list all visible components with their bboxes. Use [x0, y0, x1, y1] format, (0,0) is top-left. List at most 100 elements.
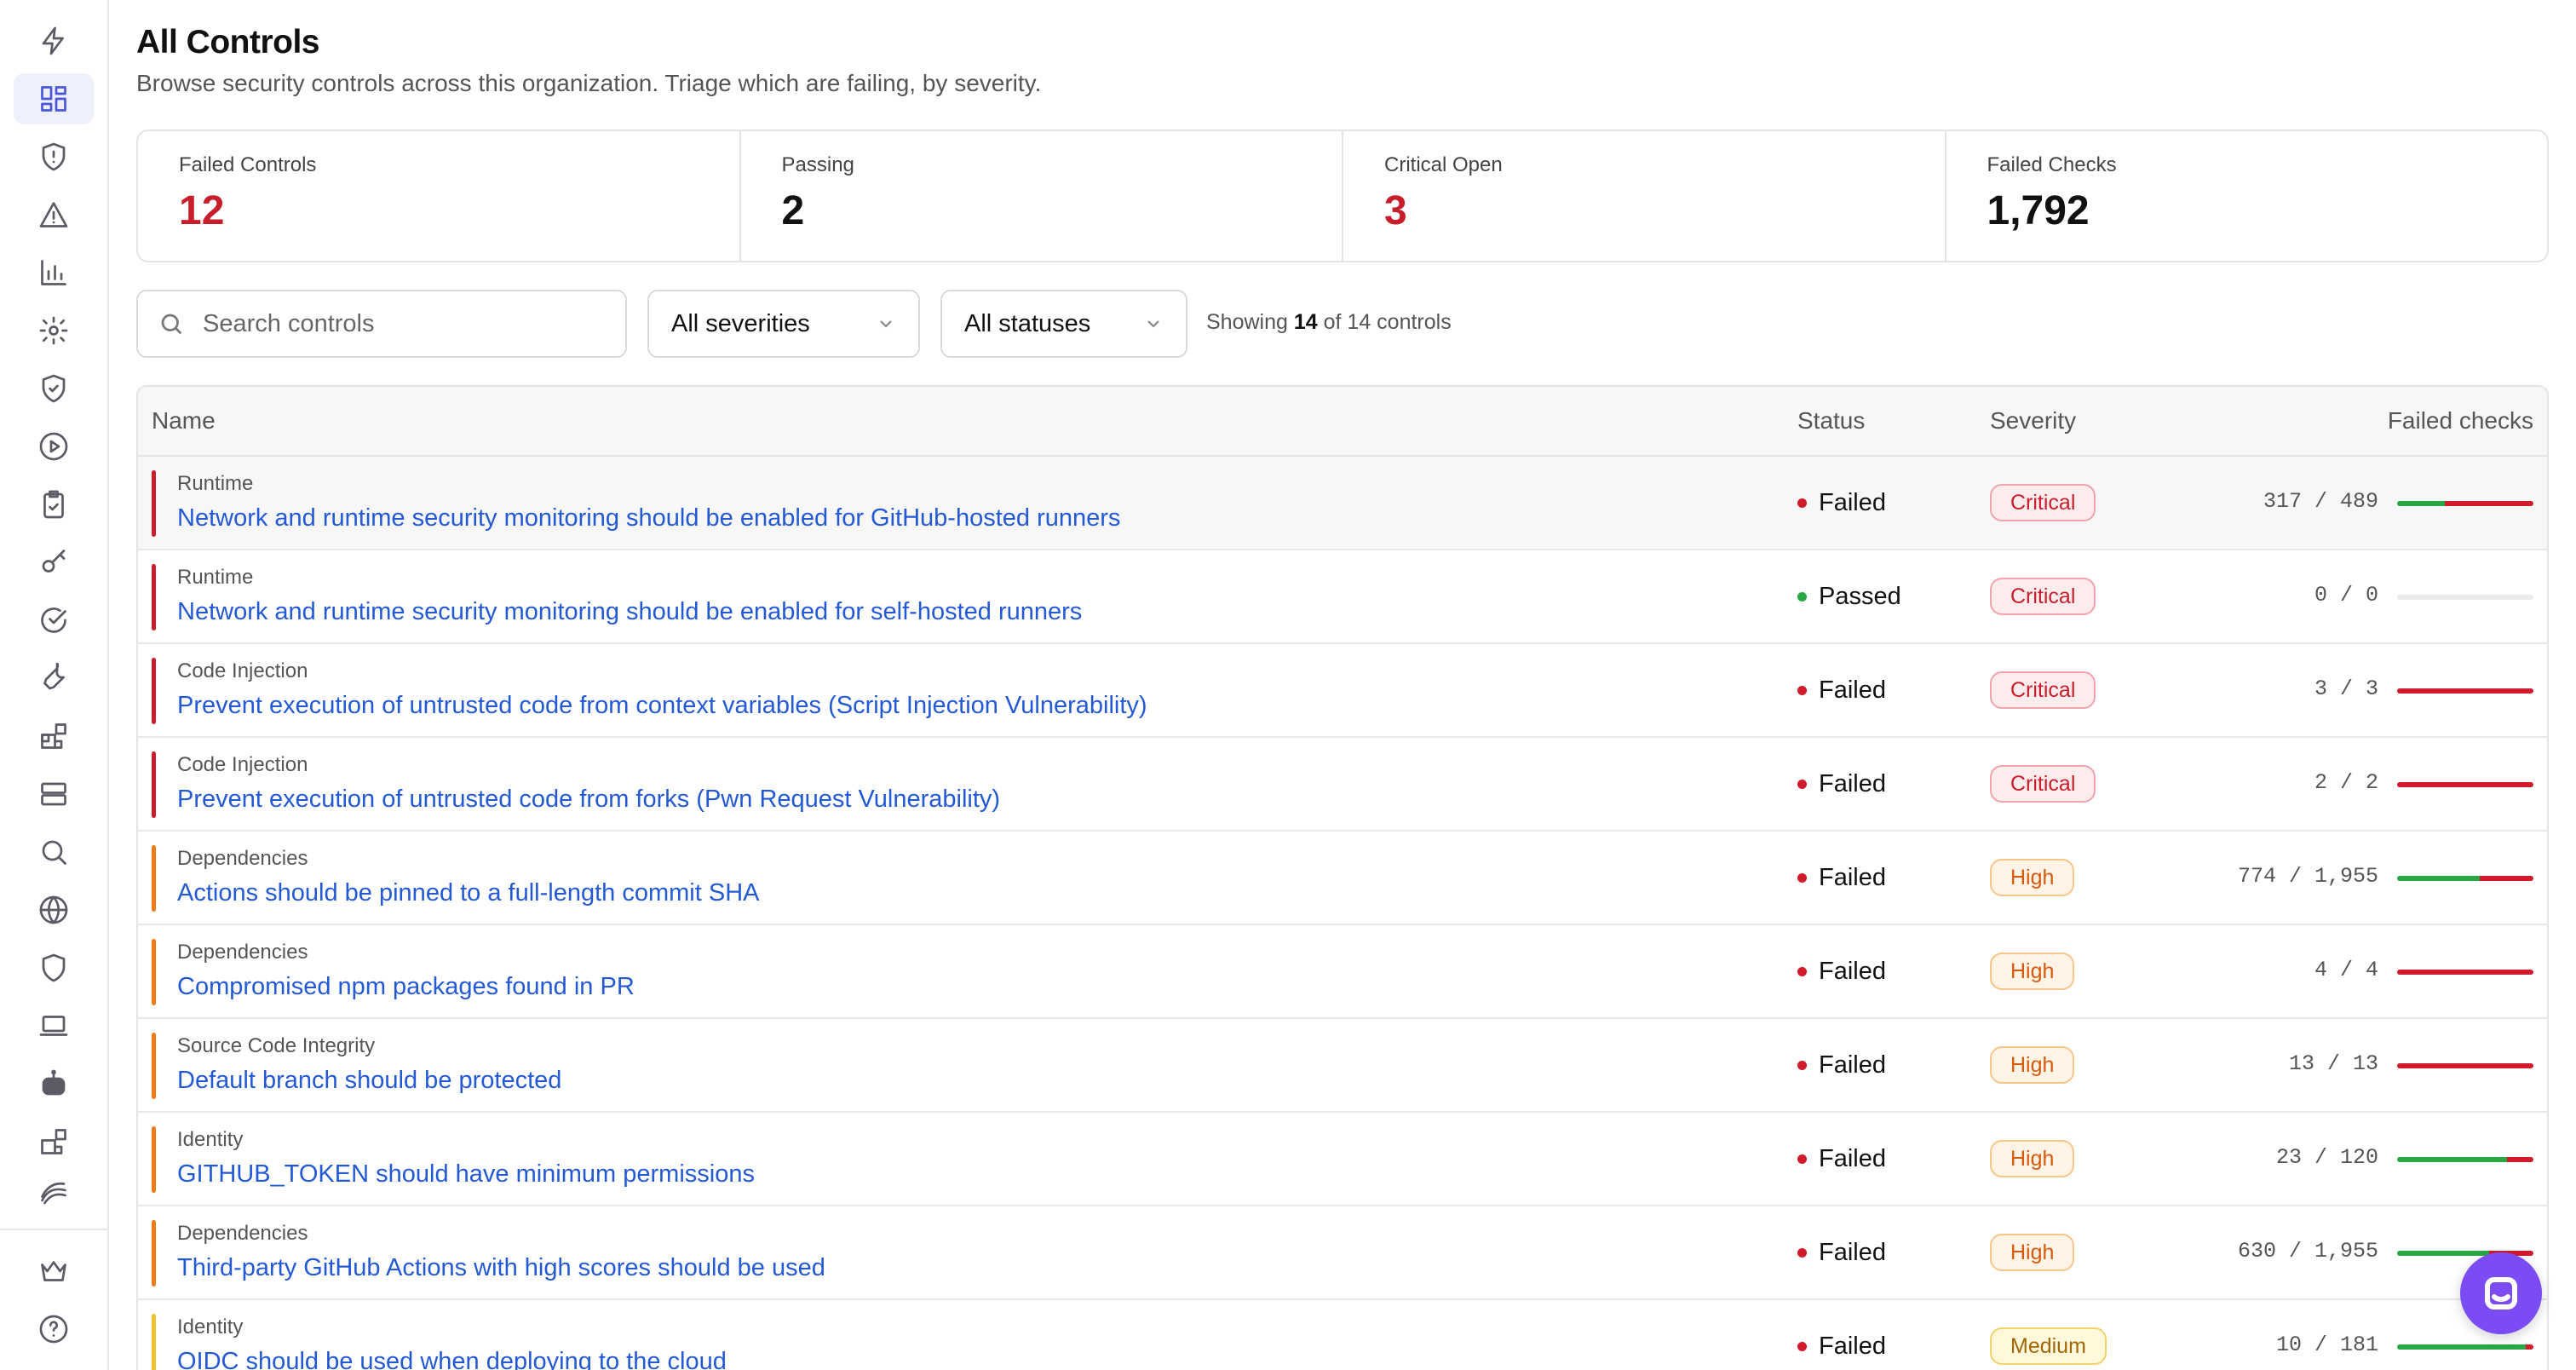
failed-checks-count: 774 / 1,955 [2237, 864, 2378, 889]
table-row[interactable]: Identity OIDC should be used when deployi… [138, 1300, 2547, 1370]
table-row[interactable]: Dependencies Third-party GitHub Actions w… [138, 1206, 2547, 1300]
chat-launcher-button[interactable] [2460, 1252, 2542, 1334]
status-cell: Failed [1797, 676, 1886, 705]
gear-icon[interactable] [14, 305, 94, 356]
page-subtitle: Browse security controls across this org… [136, 70, 1042, 96]
control-category: Code Injection [177, 753, 308, 776]
blocks-icon[interactable] [14, 711, 94, 762]
table-row[interactable]: Code Injection Prevent execution of untru… [138, 738, 2547, 832]
failed-checks-bar [2397, 1157, 2533, 1162]
severity-indicator [152, 1033, 156, 1099]
table-row[interactable]: Identity GITHUB_TOKEN should have minimum… [138, 1113, 2547, 1206]
control-name-link[interactable]: Actions should be pinned to a full-lengt… [177, 879, 759, 907]
blocks-icon-2[interactable] [14, 1116, 94, 1167]
control-category: Source Code Integrity [177, 1034, 376, 1057]
clipboard-icon[interactable] [14, 479, 94, 530]
shield-icon[interactable] [14, 942, 94, 993]
severity-badge: High [1990, 859, 2075, 896]
status-label: Passed [1819, 583, 1901, 610]
status-select[interactable]: All statuses [940, 290, 1187, 358]
shield-check-icon[interactable] [14, 363, 94, 414]
key-icon[interactable] [14, 537, 94, 588]
passing-segment [2397, 501, 2446, 506]
control-category: Dependencies [177, 847, 308, 870]
laptop-icon[interactable] [14, 1000, 94, 1051]
severity-badge: Critical [1990, 765, 2096, 803]
status-dot [1797, 498, 1807, 508]
status-cell: Failed [1797, 864, 1886, 892]
status-label: Failed [1819, 1239, 1886, 1266]
status-label: Failed [1819, 958, 1886, 985]
status-label: Failed [1819, 1333, 1886, 1360]
stat-value: 1,792 [1987, 188, 2090, 233]
dashboard-icon[interactable] [14, 73, 94, 124]
warning-icon[interactable] [14, 189, 94, 240]
control-name-link[interactable]: Third-party GitHub Actions with high sco… [177, 1254, 825, 1282]
table-row[interactable]: Dependencies Actions should be pinned to … [138, 832, 2547, 925]
control-category: Runtime [177, 472, 254, 495]
failed-checks-count: 4 / 4 [2314, 958, 2378, 982]
severity-select[interactable]: All severities [647, 290, 920, 358]
control-name-link[interactable]: Prevent execution of untrusted code from… [177, 786, 1000, 814]
failed-checks-bar [2397, 876, 2533, 881]
check-circle-icon[interactable] [14, 595, 94, 646]
severity-indicator [152, 845, 156, 912]
table-row[interactable]: Source Code Integrity Default branch shou… [138, 1019, 2547, 1113]
status-cell: Failed [1797, 1145, 1886, 1173]
severity-badge: High [1990, 1234, 2075, 1271]
bot-icon[interactable] [14, 1058, 94, 1109]
failed-checks-bar [2397, 782, 2533, 787]
control-name-link[interactable]: Prevent execution of untrusted code from… [177, 692, 1147, 720]
control-category: Code Injection [177, 659, 308, 682]
severity-indicator [152, 1220, 156, 1287]
status-cell: Failed [1797, 958, 1886, 986]
control-name-link[interactable]: Default branch should be protected [177, 1067, 561, 1095]
control-name-link[interactable]: Compromised npm packages found in PR [177, 973, 635, 1001]
shield-alert-icon[interactable] [14, 131, 94, 182]
column-severity[interactable]: Severity [1990, 407, 2076, 435]
search-icon [161, 314, 182, 335]
severity-indicator [152, 470, 156, 537]
server-icon[interactable] [14, 768, 94, 820]
severity-badge: High [1990, 1140, 2075, 1177]
failed-checks-count: 630 / 1,955 [2237, 1239, 2378, 1264]
table-row[interactable]: Code Injection Prevent execution of untru… [138, 644, 2547, 738]
help-icon[interactable] [14, 1304, 94, 1355]
bolt-icon[interactable] [14, 15, 94, 66]
control-name-link[interactable]: GITHUB_TOKEN should have minimum permiss… [177, 1160, 755, 1189]
table-row[interactable]: Runtime Network and runtime security moni… [138, 457, 2547, 550]
failed-checks-bar [2397, 595, 2533, 600]
search-placeholder: Search controls [203, 309, 375, 337]
chart-icon[interactable] [14, 247, 94, 298]
stat-value: 3 [1384, 188, 1407, 233]
severity-badge: Critical [1990, 578, 2096, 615]
control-name-link[interactable]: Network and runtime security monitoring … [177, 504, 1120, 532]
play-icon[interactable] [14, 421, 94, 472]
controls-table: Name Status Severity Failed checks Runti… [136, 385, 2549, 1370]
failing-segment [2397, 688, 2533, 694]
globe-icon[interactable] [14, 884, 94, 935]
results-count: Showing 14 of 14 controls [1206, 310, 1452, 335]
column-failed-checks[interactable]: Failed checks [2388, 407, 2533, 435]
crown-icon[interactable] [14, 1246, 94, 1297]
table-row[interactable]: Runtime Network and runtime security moni… [138, 550, 2547, 644]
severity-indicator [152, 939, 156, 1005]
search-icon[interactable] [14, 826, 94, 878]
column-status[interactable]: Status [1797, 407, 1865, 435]
column-name[interactable]: Name [152, 407, 216, 435]
control-name-link[interactable]: OIDC should be used when deploying to th… [177, 1348, 727, 1370]
status-cell: Passed [1797, 583, 1901, 611]
search-input[interactable]: Search controls [136, 290, 627, 358]
wave-icon[interactable] [14, 1167, 94, 1218]
status-dot [1797, 1061, 1807, 1070]
control-category: Identity [177, 1128, 244, 1151]
status-dot [1797, 1154, 1807, 1164]
severity-indicator [152, 751, 156, 818]
table-row[interactable]: Dependencies Compromised npm packages fou… [138, 925, 2547, 1019]
status-dot [1797, 1248, 1807, 1258]
failing-segment [2526, 1344, 2533, 1350]
wrench-icon[interactable] [14, 653, 94, 704]
failing-segment [2507, 1157, 2533, 1162]
passing-segment [2397, 1157, 2508, 1162]
control-name-link[interactable]: Network and runtime security monitoring … [177, 598, 1082, 626]
